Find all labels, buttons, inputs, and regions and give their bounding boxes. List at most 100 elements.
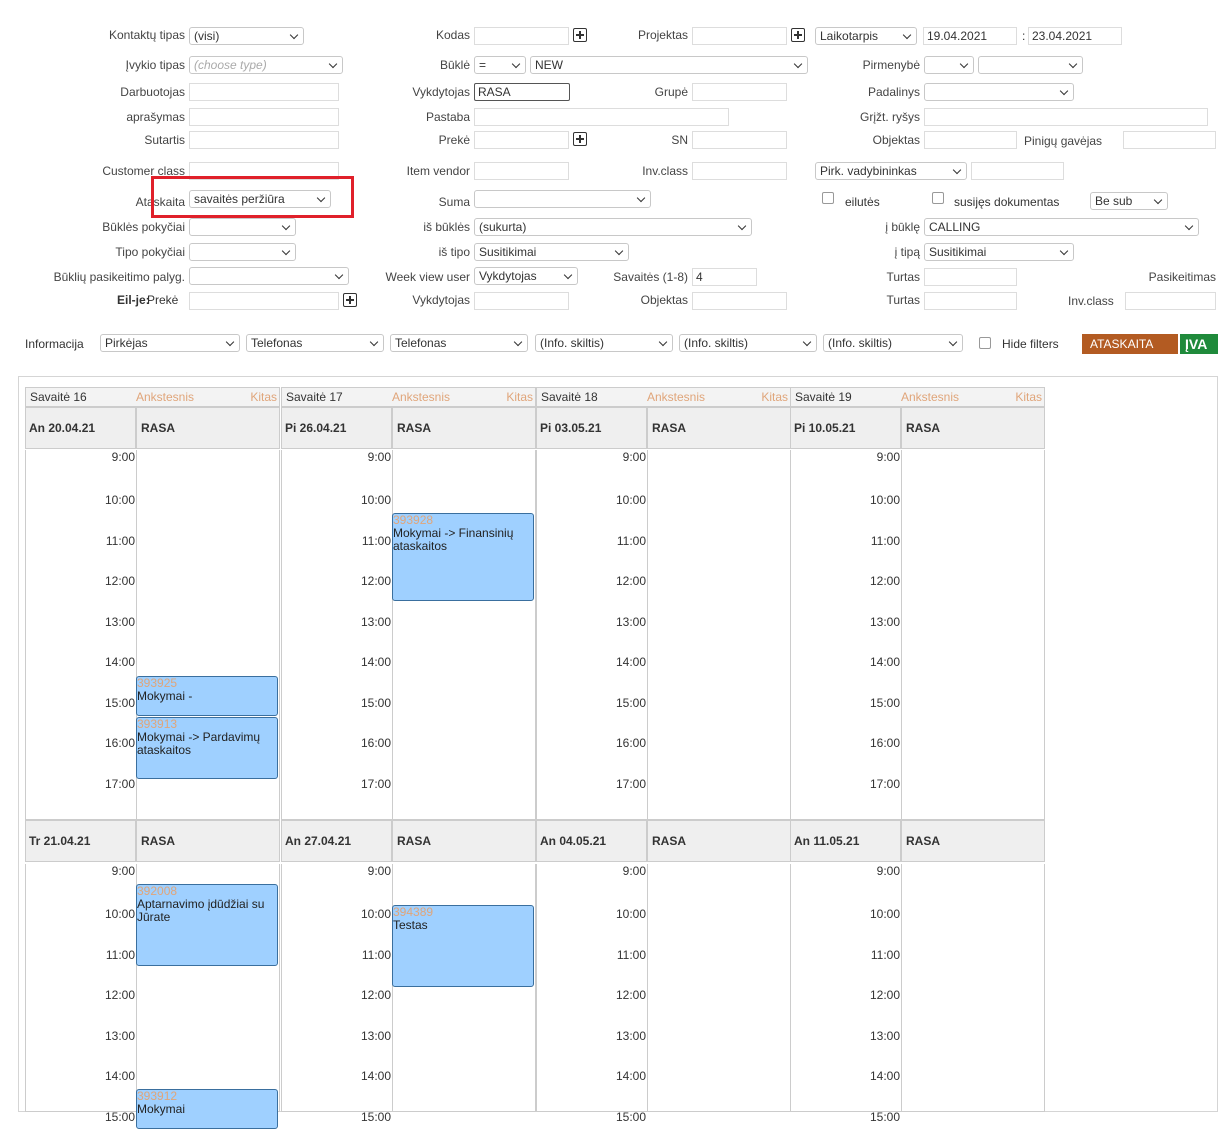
calendar-event[interactable]: 392008 Aptarnavimo įdūdžiai su Jūrate <box>136 884 278 966</box>
time-label: 17:00 <box>869 776 900 791</box>
day-date: An 20.04.21 <box>25 407 136 449</box>
bukliu-palyg-label: Būklių pasikeitimo palyg. <box>53 270 185 284</box>
calendar-event[interactable]: 394389 Testas <box>392 905 534 987</box>
info-select-6[interactable]: (Info. skiltis) <box>823 334 963 352</box>
info-select-4[interactable]: (Info. skiltis) <box>535 334 673 352</box>
pirmenybe-select-1[interactable] <box>924 56 974 74</box>
calendar-event[interactable]: 393912 Mokymai <box>136 1089 278 1129</box>
turtas2-input[interactable] <box>924 292 1017 310</box>
time-label: 15:00 <box>615 695 646 710</box>
date-to-input[interactable]: 23.04.2021 <box>1028 27 1122 45</box>
bukle-select[interactable]: NEW <box>530 56 808 74</box>
pirk-vadybininkas-input[interactable] <box>971 162 1064 180</box>
time-label: 11:00 <box>361 533 391 548</box>
info-select-5[interactable]: (Info. skiltis) <box>679 334 817 352</box>
projektas-label: Projektas <box>637 28 688 42</box>
preke-input[interactable] <box>474 131 569 149</box>
susijes-select[interactable]: Be sub <box>1090 192 1168 210</box>
inv-class-input[interactable] <box>692 162 787 180</box>
info-select-1[interactable]: Pirkėjas <box>100 334 240 352</box>
next-week-link[interactable]: Kitas <box>1015 388 1042 406</box>
bukles-pokyciai-select[interactable] <box>189 218 296 236</box>
hide-filters-checkbox[interactable] <box>979 337 991 349</box>
calendar-event[interactable]: 393925 Mokymai - <box>136 676 278 716</box>
inv-class2-input[interactable] <box>1125 292 1216 310</box>
prev-week-link[interactable]: Ankstesnis <box>392 388 450 406</box>
day-user: RASA <box>136 407 280 449</box>
info-select-2[interactable]: Telefonas <box>246 334 384 352</box>
grizt-rysys-label: Grįžt. ryšys <box>860 110 920 124</box>
bukle-operator-select[interactable]: = <box>474 56 526 74</box>
susijes-checkbox[interactable] <box>932 192 944 204</box>
next-week-link[interactable]: Kitas <box>506 388 533 406</box>
sutartis-label: Sutartis <box>144 133 185 147</box>
laikotarpis-select[interactable]: Laikotarpis <box>815 27 917 45</box>
savaites-input[interactable]: 4 <box>692 268 757 286</box>
objektas-input[interactable] <box>692 292 787 310</box>
bukliu-palyg-select[interactable] <box>189 267 349 285</box>
kodas-input[interactable] <box>474 27 569 45</box>
time-label: 14:00 <box>104 655 135 669</box>
time-label: 14:00 <box>615 1069 646 1083</box>
prev-week-link[interactable]: Ankstesnis <box>647 388 705 406</box>
vykdytojas2-input[interactable] <box>474 292 569 310</box>
i-bukle-select[interactable]: CALLING <box>924 218 1199 236</box>
event-column <box>901 864 1045 1112</box>
next-week-link[interactable]: Kitas <box>250 388 277 406</box>
week-title: Savaitė 18 <box>541 390 598 404</box>
kontaktu-tipas-select[interactable]: (visi) <box>189 27 304 45</box>
grupe-input[interactable] <box>692 83 787 101</box>
day-user: RASA <box>901 407 1045 449</box>
add-kodas-icon[interactable] <box>573 28 587 42</box>
i-tipa-select[interactable]: Susitikimai <box>924 243 1074 261</box>
is-tipo-select[interactable]: Susitikimai <box>474 243 629 261</box>
time-label: 15:00 <box>104 695 135 710</box>
time-label: 14:00 <box>615 655 646 669</box>
sn-input[interactable] <box>692 131 787 149</box>
objektas-r-input[interactable] <box>924 131 1017 149</box>
i-bukle-label: į būklę <box>885 220 920 234</box>
info-select-3[interactable]: Telefonas <box>390 334 528 352</box>
time-label: 14:00 <box>360 655 391 669</box>
projektas-input[interactable] <box>692 27 787 45</box>
darbuotojas-input[interactable] <box>189 83 339 101</box>
calendar-event[interactable]: 393928 Mokymai -> Finansinių ataskaitos <box>392 513 534 601</box>
pinigu-gavejas-input[interactable] <box>1123 131 1216 149</box>
eilutes-checkbox[interactable] <box>822 192 834 204</box>
time-label: 11:00 <box>870 533 900 548</box>
vykdytojas-input[interactable]: RASA <box>474 83 570 101</box>
ivykio-tipas-select[interactable]: (choose type) <box>189 56 343 74</box>
add-projektas-icon[interactable] <box>791 28 805 42</box>
ataskaita-button[interactable]: ATASKAITA <box>1082 334 1178 354</box>
pirk-vadybininkas-select[interactable]: Pirk. vadybininkas <box>815 162 967 180</box>
week-header: Savaitė 16 Ankstesnis Kitas <box>25 387 280 407</box>
item-vendor-input[interactable] <box>474 162 569 180</box>
next-week-link[interactable]: Kitas <box>761 388 788 406</box>
tipo-pokyciai-select[interactable] <box>189 243 296 261</box>
date-from-input[interactable]: 19.04.2021 <box>923 27 1017 45</box>
turtas2-label: Turtas <box>886 293 920 307</box>
savaites-label: Savaitės (1-8) <box>613 270 688 284</box>
calendar-event[interactable]: 393913 Mokymai -> Pardavimų ataskaitos <box>136 717 278 779</box>
padalinys-select[interactable] <box>924 83 1074 101</box>
grizt-rysys-input[interactable] <box>924 108 1208 126</box>
pirmenybe-select-2[interactable] <box>978 56 1083 74</box>
add-preke2-icon[interactable] <box>573 132 587 146</box>
eilje-preke-label: Prekė <box>147 293 179 307</box>
bukles-pokyciai-label: Būklės pokyčiai <box>102 220 185 234</box>
highlight-box <box>151 176 354 218</box>
aprasymas-input[interactable] <box>189 108 339 126</box>
prev-week-link[interactable]: Ankstesnis <box>136 388 194 406</box>
add-preke-icon[interactable] <box>343 293 357 307</box>
turtas-input[interactable] <box>924 268 1017 286</box>
week-view-user-select[interactable]: Vykdytojas <box>474 267 578 285</box>
suma-select[interactable] <box>474 190 651 208</box>
ivesti-button[interactable]: ĮVA <box>1180 334 1218 354</box>
sutartis-input[interactable] <box>189 131 339 149</box>
time-label: 13:00 <box>360 614 391 629</box>
prev-week-link[interactable]: Ankstesnis <box>901 388 959 406</box>
pastaba-input[interactable] <box>474 108 729 126</box>
time-label: 10:00 <box>360 907 391 921</box>
is-bukles-select[interactable]: (sukurta) <box>474 218 752 236</box>
eilje-preke-input[interactable] <box>189 292 339 310</box>
